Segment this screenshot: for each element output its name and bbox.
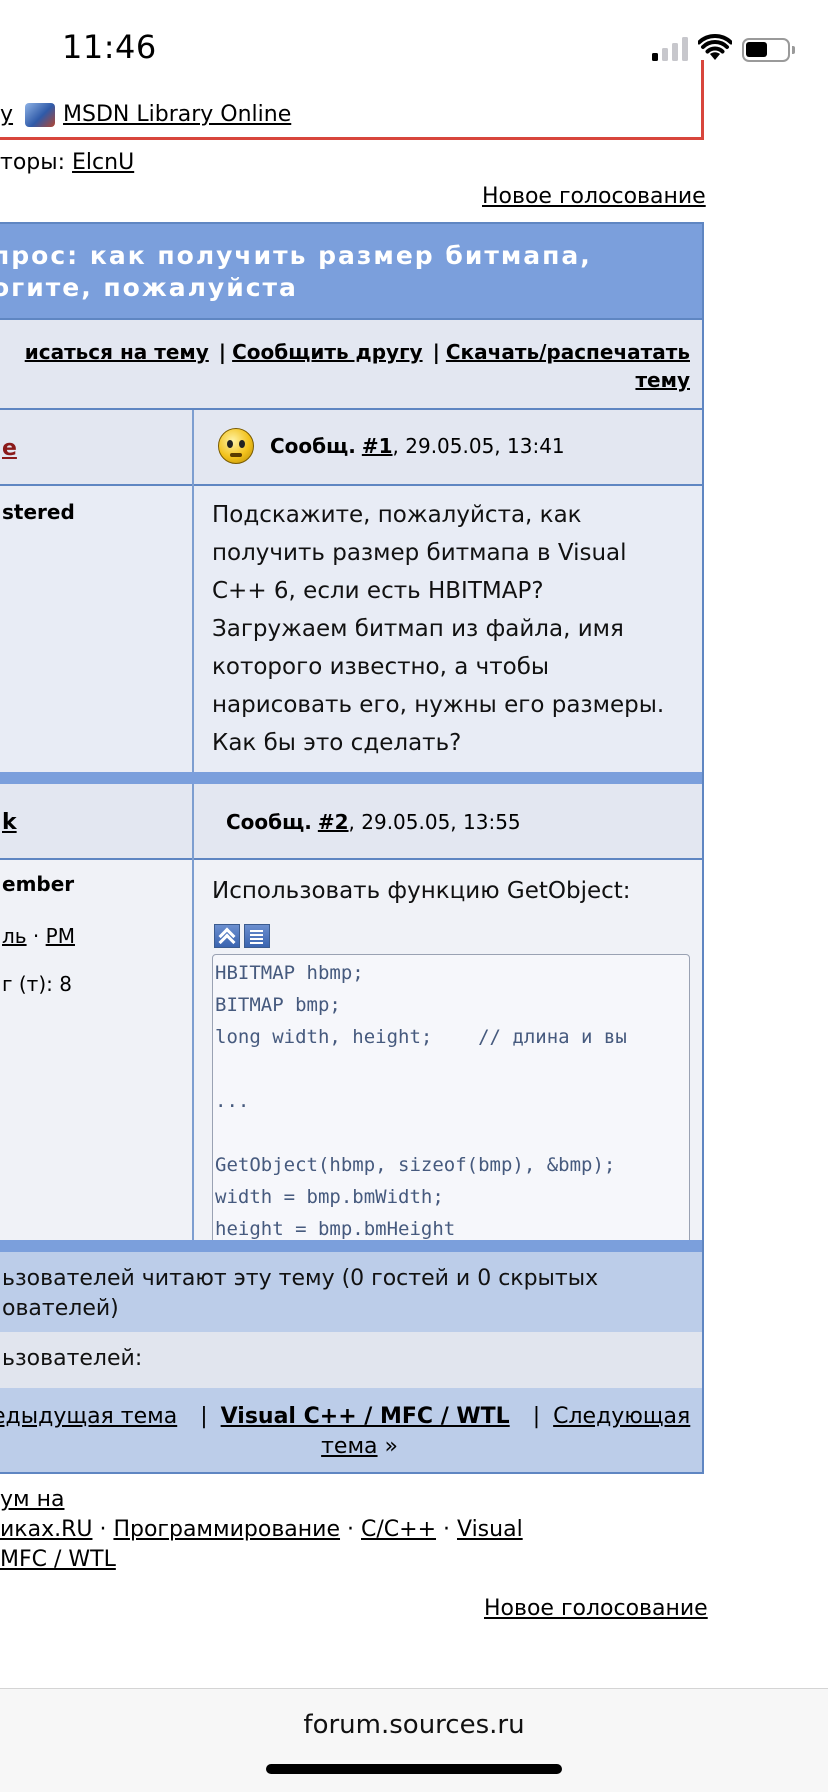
pm-link[interactable]: PM [46,924,75,948]
msdn-prefix-link[interactable]: у [0,102,13,127]
wifi-icon [698,34,732,60]
post-separator [0,772,702,784]
browser-toolbar [0,1688,828,1792]
breadcrumb-site-link[interactable]: иках.RU [0,1517,92,1542]
online-users: ьзователей: [0,1332,702,1388]
msdn-library-link[interactable]: MSDN Library Online [63,102,291,127]
forum-link[interactable]: Visual C++ / MFC / WTL [221,1404,510,1429]
smiley-icon [218,428,254,464]
breadcrumb-forum-link[interactable]: ум на [0,1487,64,1512]
post-2-rank: ember [2,872,75,896]
msdn-library-icon [25,102,56,127]
new-poll-link-bottom[interactable]: Новое голосование [484,1596,708,1621]
topic-title: прос: как получить размер битмапа, огите… [0,224,702,320]
post-1-number-link[interactable]: #1 [362,434,393,458]
next-topic-link-cont[interactable]: тема [321,1434,377,1459]
url-bar[interactable]: forum.sources.ru [0,1710,828,1740]
breadcrumb-visual-link[interactable]: Visual [457,1517,523,1542]
post-2-reputation: г (т): 8 [2,972,72,996]
prev-topic-link[interactable]: едыдущая тема [0,1404,177,1429]
topic-options: исаться на тему | Сообщить другу | Скачать/р… [0,320,702,410]
breadcrumb: ум на иках.RU · Программирование · C/C++… [0,1487,523,1572]
tell-friend-link[interactable]: Сообщить другу [232,340,422,364]
breadcrumb-cpp-link[interactable]: C/C++ [361,1517,436,1542]
new-poll-link-top[interactable]: Новое голосование [482,184,706,209]
post-1-body: Подскажите, пожалуйста, как получить раз… [212,502,665,756]
download-print-link-cont[interactable]: тему [635,368,690,392]
moderators-label: торы: [0,150,66,175]
readers-info: ьзователей читают эту тему (0 гостей и 0… [0,1252,702,1332]
collapse-code-icon[interactable] [214,924,240,948]
select-code-icon[interactable] [244,924,270,948]
cellular-signal-icon [652,37,688,61]
post-2-author-link[interactable]: k [2,810,17,835]
post-1-author-link[interactable]: e [2,436,17,461]
topic-navigation: едыдущая тема | Visual C++ / MFC / WTL |… [0,1388,702,1472]
breadcrumb-mfc-link[interactable]: MFC / WTL [0,1547,116,1572]
home-indicator[interactable] [266,1764,562,1774]
download-print-link[interactable]: Скачать/распечатать [446,340,690,364]
post-2-intro: Использовать функцию GetObject: [212,878,631,904]
post-1-rank: stered [2,500,75,524]
post-2-user-links: ль · PM [2,924,75,948]
subscribe-link[interactable]: исаться на тему [25,340,209,364]
code-block[interactable]: HBITMAP hbmp; BITMAP bmp; long width, he… [212,954,690,1244]
post-2-number-link[interactable]: #2 [318,810,349,834]
post-separator-2 [0,1240,702,1252]
profile-link[interactable]: ль [2,924,27,948]
breadcrumb-programming-link[interactable]: Программирование [113,1517,340,1542]
topic-table: прос: как получить размер битмапа, огите… [0,222,704,1474]
msdn-row: у MSDN Library Online [0,102,291,127]
next-topic-link[interactable]: Следующая [553,1404,690,1429]
battery-icon [742,38,795,62]
announcement-box [0,60,704,140]
post-1-meta: Сообщ. #1, 29.05.05, 13:41 [218,428,565,464]
moderators-row: торы: ElcnU [0,150,134,175]
code-toolbar [214,924,270,948]
post-2-meta: Сообщ. #2, 29.05.05, 13:55 [226,810,521,834]
moderator-link[interactable]: ElcnU [72,150,134,175]
